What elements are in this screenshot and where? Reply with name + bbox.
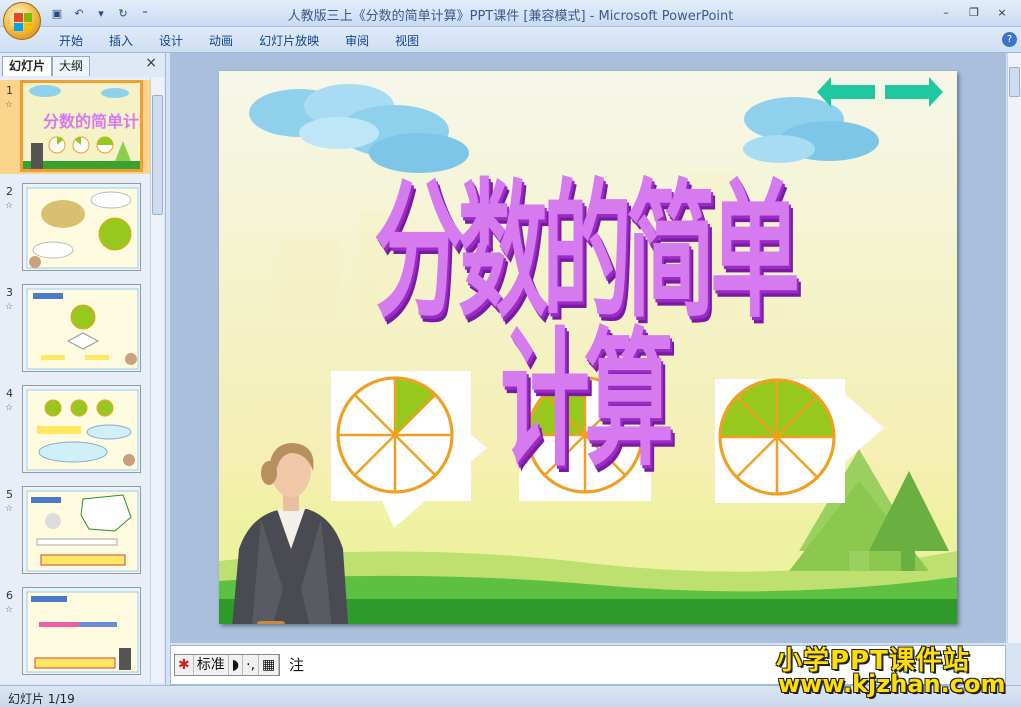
window-title: 人教版三上《分数的简单计算》PPT课件 [兼容模式] - Microsoft P…: [287, 9, 734, 24]
thumbnail-list: 1 ☆ 分数的简单计算: [0, 77, 150, 683]
tab-slideshow[interactable]: 幻灯片放映: [246, 32, 332, 49]
thumbnail-image: [22, 385, 141, 473]
thumbnail-image: [22, 486, 141, 574]
watermark-url: www.kjzhan.com: [778, 670, 1006, 698]
thumbnail-number: 1: [6, 84, 13, 97]
thumbnail-number: 4: [6, 387, 13, 400]
ribbon-tabs: 开始 插入 设计 动画 幻灯片放映 审阅 视图: [46, 32, 432, 49]
thumbnail-slide-4[interactable]: 4 ☆: [0, 383, 150, 477]
tab-review[interactable]: 审阅: [332, 32, 382, 49]
ime-punctuation-icon[interactable]: ·,: [243, 655, 260, 675]
thumbnail-image: 分数的简单计算: [20, 80, 143, 172]
thumbnail-image: [22, 284, 141, 372]
svg-text:分数的简单计算: 分数的简单计算: [43, 112, 141, 131]
thumbnail-image: [22, 587, 141, 675]
thumbnail-slide-2[interactable]: 2 ☆: [0, 181, 150, 275]
thumbnail-slide-6[interactable]: 6 ☆: [0, 585, 150, 679]
ime-keyboard-icon[interactable]: ▦: [259, 655, 280, 675]
slides-panel: 幻灯片 大纲 × 1 ☆ 分数的简单计算: [0, 53, 166, 685]
ime-halfwidth-icon[interactable]: ◗: [229, 655, 244, 675]
previous-arrow-icon[interactable]: [817, 77, 875, 107]
office-logo-icon: [14, 13, 32, 31]
tab-view[interactable]: 视图: [382, 32, 432, 49]
animation-star-icon: ☆: [5, 403, 14, 413]
scrollbar-thumb[interactable]: [152, 95, 163, 215]
thumbnail-number: 6: [6, 589, 13, 602]
current-slide[interactable]: 分数的简单计算: [219, 71, 957, 624]
slide-counter: 幻灯片 1/19: [8, 692, 75, 706]
tab-outline[interactable]: 大纲: [52, 56, 91, 76]
close-button[interactable]: ×: [989, 3, 1015, 21]
slide-title[interactable]: 分数的简单计算: [354, 178, 814, 476]
slide-editing-area: 分数的简单计算: [170, 53, 1006, 643]
ime-toolbar: ✱ 标准 ◗ ·, ▦: [174, 654, 281, 676]
tab-insert[interactable]: 插入: [96, 32, 146, 49]
panel-tabs: 幻灯片 大纲: [2, 56, 91, 76]
thumbnail-number: 3: [6, 286, 13, 299]
thumbnail-image: [22, 183, 141, 271]
thumbnail-number: 5: [6, 488, 13, 501]
next-arrow-icon[interactable]: [885, 77, 943, 107]
minimize-button[interactable]: –: [933, 3, 959, 21]
thumbnail-slide-5[interactable]: 5 ☆: [0, 484, 150, 578]
scrollbar-thumb[interactable]: [1009, 67, 1020, 97]
animation-star-icon: ☆: [5, 605, 14, 615]
thumbnail-scrollbar[interactable]: [150, 77, 164, 683]
window-controls: – ❐ ×: [933, 3, 1015, 21]
notes-text: 注: [289, 656, 305, 674]
ime-logo-icon[interactable]: ✱: [175, 655, 194, 675]
tab-slides[interactable]: 幻灯片: [2, 56, 53, 76]
help-icon[interactable]: ?: [1002, 32, 1017, 47]
tab-design[interactable]: 设计: [146, 32, 196, 49]
thumbnail-slide-1[interactable]: 1 ☆ 分数的简单计算: [0, 80, 150, 174]
teacher-image: [232, 443, 348, 624]
thumbnail-slide-3[interactable]: 3 ☆: [0, 282, 150, 376]
tab-animations[interactable]: 动画: [196, 32, 246, 49]
ime-mode-standard[interactable]: 标准: [194, 655, 229, 675]
animation-star-icon: ☆: [5, 302, 14, 312]
thumbnail-number: 2: [6, 185, 13, 198]
title-bar: ▣ ↶ ▾ ↻ ⁼ 人教版三上《分数的简单计算》PPT课件 [兼容模式] - M…: [0, 0, 1021, 40]
office-button[interactable]: [3, 2, 41, 40]
animation-star-icon: ☆: [5, 100, 14, 110]
slide-nav-arrows: [817, 77, 943, 107]
restore-button[interactable]: ❐: [961, 3, 987, 21]
animation-star-icon: ☆: [5, 504, 14, 514]
ribbon: 开始 插入 设计 动画 幻灯片放映 审阅 视图 ?: [0, 27, 1021, 53]
animation-star-icon: ☆: [5, 201, 14, 211]
tab-home[interactable]: 开始: [46, 32, 96, 49]
panel-close-icon[interactable]: ×: [145, 55, 157, 71]
slide-scrollbar[interactable]: [1007, 53, 1021, 643]
